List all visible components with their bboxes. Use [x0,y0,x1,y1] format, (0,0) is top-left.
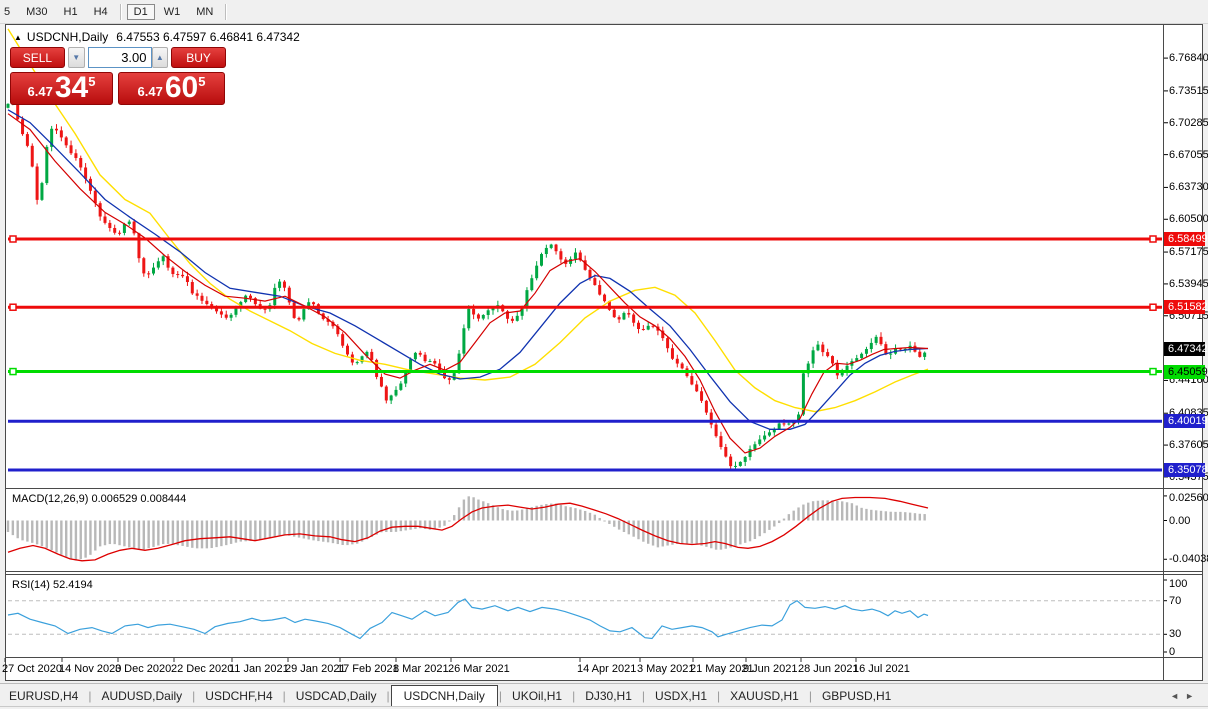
date-axis-label: 3 May 2021 [637,663,695,675]
price-level-tag: 6.35078 [1164,463,1208,477]
tab-separator: | [282,688,286,703]
date-axis-label: 28 Jun 2021 [798,663,859,675]
date-axis-label: 17 Feb 2021 [337,663,399,675]
date-axis-label: 3 Dec 2020 [115,663,172,675]
date-axis-label: 27 Oct 2020 [2,663,62,675]
tab-separator: | [498,688,503,703]
date-axis-label: 11 Jan 2021 [229,663,289,675]
tab-separator: | [717,688,721,703]
date-axis-label: 14 Nov 2020 [59,663,122,675]
chart-ohlc-quotes: 6.47553 6.47597 6.46841 6.47342 [116,30,300,44]
buy-price-big: 60 [164,71,199,104]
tab-separator: | [88,688,92,703]
chevron-up-icon: ▲ [155,53,164,62]
rsi-indicator-label: RSI(14) 52.4194 [12,579,93,591]
ma-mid-line [7,109,929,430]
date-axis-label: 16 Jul 2021 [853,663,910,675]
pane-splitter-macd-rsi[interactable] [6,574,1203,575]
tab-dj30-h1[interactable]: DJ30,H1 [576,686,641,706]
chart-symbol-period: USDCNH,Daily [26,30,109,44]
rsi-axis-label: 100 [1169,578,1188,590]
line-handle [1149,367,1157,376]
tab-separator: | [572,688,576,703]
sell-price-big: 34 [54,71,89,104]
tab-ukoil-h1[interactable]: UKOil,H1 [503,686,571,706]
sell-price-prefix: 6.47 [27,84,53,99]
volume-increase-button[interactable]: ▲ [151,47,169,68]
one-click-trading-panel: SELL ▼ ▲ BUY 6.47345 6.47605 [10,47,226,105]
rsi-axis-label: 30 [1169,628,1182,641]
ma-fast-line [7,113,929,454]
price-axis-label: 6.60500 [1169,213,1208,226]
tab-audusd-daily[interactable]: AUDUSD,Daily [92,686,191,706]
price-level-tag: 6.45059 [1164,364,1208,379]
date-axis-label: 8 Mar 2021 [393,663,449,675]
line-handle [1149,303,1157,311]
tab-usdcad-daily[interactable]: USDCAD,Daily [287,686,386,706]
tab-separator: | [808,688,812,703]
tab-usdcnh-daily[interactable]: USDCNH,Daily [390,684,498,707]
buy-button[interactable]: BUY [171,47,226,68]
tab-usdx-h1[interactable]: USDX,H1 [646,686,716,706]
price-axis-label: 6.70285 [1169,116,1208,129]
price-level-tag: 6.58499 [1164,232,1208,246]
macd-axis-label: 0.025609 [1169,492,1208,504]
price-axis-label: 6.37605 [1169,439,1208,452]
tab-eurusd-h4[interactable]: EURUSD,H4 [0,686,87,706]
volume-input[interactable] [87,47,152,68]
chart-header: ▲ USDCNH,Daily 6.47553 6.47597 6.46841 6.4… [14,30,300,44]
price-axis-label: 6.63730 [1169,181,1208,194]
line-handle [9,303,17,311]
sell-price-box[interactable]: 6.47 34 5 [10,72,113,105]
price-axis-label: 6.57175 [1169,246,1208,259]
price-level-tag: 6.51582 [1164,300,1208,315]
price-axis-label: 6.73515 [1169,84,1208,97]
price-level-tag: 6.40019 [1164,414,1208,429]
price-axis-label: 6.53945 [1169,277,1208,290]
rsi-line [7,598,929,640]
price-axis-label: 6.67055 [1169,148,1208,161]
collapse-chart-icon[interactable]: ▲ [14,33,22,42]
line-handle [1149,235,1157,243]
tab-separator: | [641,688,645,703]
date-axis-label: 14 Apr 2021 [577,663,637,675]
line-handle [9,367,17,376]
macd-indicator-label: MACD(12,26,9) 0.006529 0.008444 [12,493,187,505]
macd-pane [6,496,929,562]
volume-decrease-button[interactable]: ▼ [67,47,85,68]
line-handle [9,235,17,243]
date-axis-label: 26 Mar 2021 [448,663,510,675]
current-price-tag: 6.47342 [1164,342,1208,357]
date-axis-divider [6,657,1203,658]
tab-scroll-arrows: ◄► [1170,691,1200,701]
buy-price-sup: 5 [198,74,206,89]
buy-price-box[interactable]: 6.47 60 5 [118,72,225,105]
rsi-axis-label: 70 [1169,594,1182,607]
rsi-pane [7,598,1162,640]
trading-terminal-window: 5 M30 H1 H4 D1 W1 MN ▲ USDCNH,Daily 6.47553 6.47… [0,0,1208,709]
macd-axis-label: -0.04038 [1169,553,1208,566]
date-axis-label: 9 Jun 2021 [743,663,798,675]
chart-tab-bar: EURUSD,H4 | AUDUSD,Daily | USDCHF,H4 | USDCAD,… [0,683,1208,707]
tab-scroll-right-icon[interactable]: ► [1185,691,1200,701]
chevron-down-icon: ▼ [72,53,81,62]
date-axis-label: 22 Dec 2020 [171,663,234,675]
buy-price-prefix: 6.47 [137,84,163,99]
tab-gbpusd-h1[interactable]: GBPUSD,H1 [813,686,900,706]
macd-axis-label: 0.00 [1169,514,1191,527]
tab-separator: | [386,688,390,703]
pane-splitter-main-macd[interactable] [6,488,1203,489]
rsi-axis-label: 0 [1169,646,1176,658]
sell-button[interactable]: SELL [10,47,65,68]
price-axis-label: 6.76840 [1169,52,1208,65]
sell-price-sup: 5 [88,74,96,89]
tab-scroll-left-icon[interactable]: ◄ [1170,691,1185,701]
tab-usdchf-h4[interactable]: USDCHF,H4 [196,686,281,706]
pane-splitter-macd-top[interactable] [6,571,1203,572]
tab-separator: | [192,688,196,703]
tab-xauusd-h1[interactable]: XAUUSD,H1 [721,686,808,706]
